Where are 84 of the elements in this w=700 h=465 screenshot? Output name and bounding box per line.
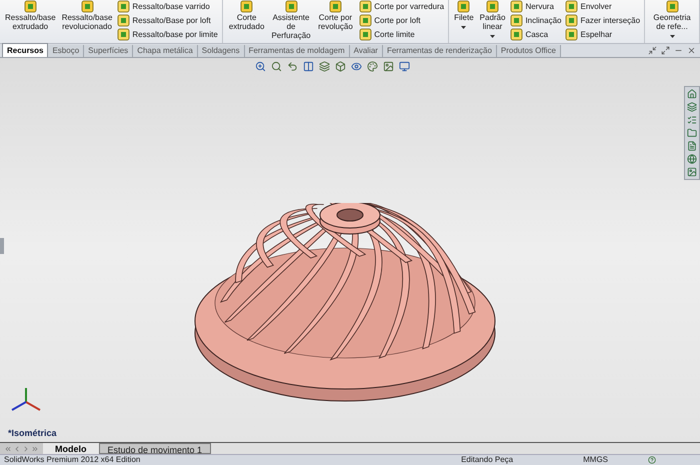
feature-icon	[359, 28, 372, 41]
command-tab[interactable]: Esboço	[48, 45, 84, 57]
feature-icon	[24, 0, 37, 13]
layers-icon[interactable]	[687, 102, 697, 112]
ribbon-button[interactable]: Filete	[451, 0, 477, 29]
command-tab[interactable]: Ferramentas de renderização	[382, 45, 497, 57]
feature-icon	[359, 0, 372, 13]
ribbon-button[interactable]: Nervura	[508, 0, 564, 13]
last-icon[interactable]	[31, 444, 39, 452]
maximize-icon[interactable]	[661, 46, 670, 55]
view-name-label: *Isométrica	[8, 426, 57, 440]
columns-icon[interactable]	[303, 61, 314, 72]
checklist-icon[interactable]	[687, 115, 697, 125]
command-tab[interactable]: Recursos	[2, 43, 48, 57]
globe-icon[interactable]	[687, 154, 697, 164]
ribbon-button[interactable]: Espelhar	[563, 28, 642, 41]
feature-icon	[240, 0, 254, 13]
command-tab[interactable]: Ferramentas de moldagem	[244, 45, 350, 57]
ribbon-button[interactable]: Corte extrudado	[224, 0, 268, 31]
ribbon-button[interactable]: Geometria de refe...	[647, 0, 697, 38]
feature-icon	[565, 14, 578, 27]
restore-icon[interactable]	[648, 46, 657, 55]
feature-icon	[510, 0, 524, 13]
feature-icon	[457, 0, 470, 13]
zoom-in-icon[interactable]	[255, 61, 266, 72]
panel-handle[interactable]	[0, 238, 4, 254]
ribbon-button[interactable]: Corte por varredura	[357, 0, 446, 13]
feature-icon	[80, 0, 94, 13]
caret-icon	[670, 35, 675, 38]
units-label: MMGS	[583, 454, 608, 465]
ribbon-button[interactable]: Inclinação	[508, 14, 564, 27]
feature-icon	[565, 28, 578, 41]
model-tab[interactable]: Estudo de movimento 1	[98, 443, 212, 454]
feature-icon	[328, 0, 342, 13]
command-tab[interactable]: Chapa metálica	[133, 45, 198, 57]
feature-icon	[510, 28, 524, 41]
ribbon-button[interactable]: Ressalto/Base por loft	[115, 14, 220, 27]
model-tab[interactable]: Modelo	[43, 443, 98, 454]
eye-icon[interactable]	[351, 61, 362, 72]
mode-label: Editando Peça	[461, 454, 514, 465]
feature-icon	[284, 0, 298, 13]
ribbon-button[interactable]: Ressalto/base revolucionado	[58, 0, 116, 31]
ribbon-button[interactable]: Casca	[508, 28, 564, 41]
feature-icon	[565, 0, 578, 13]
layers-icon[interactable]	[319, 61, 330, 72]
product-label: SolidWorks Premium 2012 x64 Edition	[4, 454, 140, 465]
feature-icon	[117, 14, 130, 27]
command-tab[interactable]: Avaliar	[350, 45, 383, 57]
first-icon[interactable]	[4, 444, 12, 452]
ribbon-button[interactable]: Assistente de Perfuração	[268, 0, 314, 40]
feature-icon	[359, 14, 372, 27]
close-icon[interactable]	[687, 46, 696, 55]
next-icon[interactable]	[22, 444, 30, 452]
previous-icon[interactable]	[13, 444, 21, 452]
image-icon[interactable]	[687, 167, 697, 177]
ribbon-button[interactable]: Fazer interseção	[563, 14, 642, 27]
feature-icon	[486, 0, 500, 13]
ribbon-button[interactable]: Corte limite	[357, 28, 446, 41]
ribbon-button[interactable]: Ressalto/base por limite	[115, 28, 220, 41]
command-tab[interactable]: Soldagens	[198, 45, 245, 57]
ribbon-button[interactable]: Envolver	[563, 0, 642, 13]
feature-icon	[117, 28, 130, 41]
caret-icon	[461, 26, 466, 29]
feature-icon	[117, 0, 130, 13]
palette-icon[interactable]	[367, 61, 378, 72]
ribbon-button[interactable]: Padrão linear	[476, 0, 508, 38]
monitor-icon[interactable]	[399, 61, 410, 72]
help-icon[interactable]	[648, 456, 656, 464]
caret-icon	[490, 35, 496, 38]
undo-arrow-icon[interactable]	[287, 61, 298, 72]
command-tab[interactable]: Produtos Office	[496, 45, 561, 57]
ribbon-button[interactable]: Ressalto/base varrido	[115, 0, 220, 13]
folder-icon[interactable]	[687, 128, 697, 138]
cube-icon[interactable]	[335, 61, 346, 72]
ribbon-button[interactable]: Corte por loft	[357, 14, 446, 27]
ribbon-button[interactable]: Corte por revolução	[314, 0, 358, 31]
home-icon[interactable]	[687, 89, 697, 99]
command-tab[interactable]: Superfícies	[84, 45, 134, 57]
feature-icon	[666, 0, 679, 13]
image-icon[interactable]	[383, 61, 394, 72]
search-icon[interactable]	[271, 61, 282, 72]
document-icon[interactable]	[687, 141, 697, 151]
feature-icon	[510, 14, 524, 27]
ribbon-button[interactable]: Ressalto/base extrudado	[2, 0, 59, 31]
